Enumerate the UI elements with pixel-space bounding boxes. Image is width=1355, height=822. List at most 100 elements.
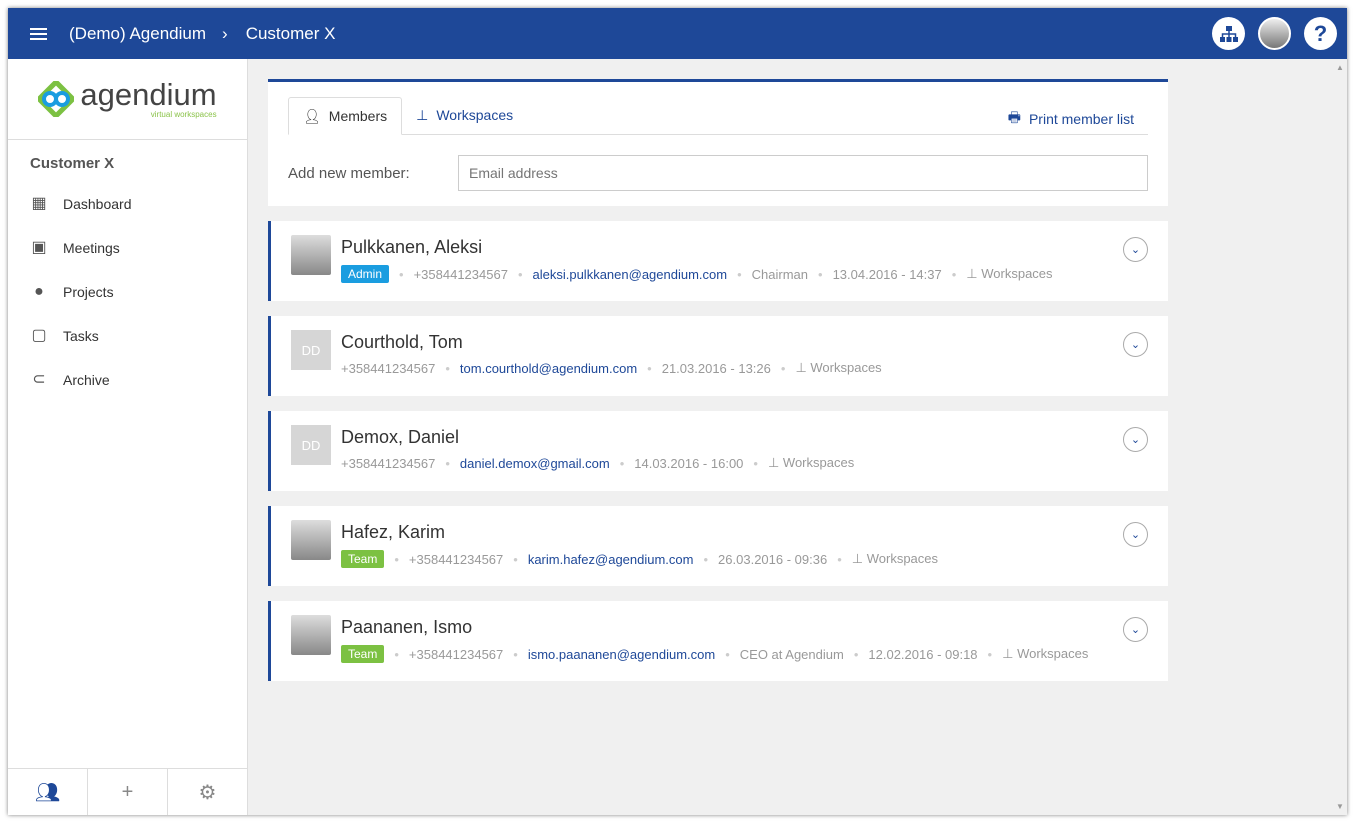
member-phone: +358441234567 [341, 455, 436, 471]
separator-dot: • [513, 551, 518, 567]
sidebar-item-tasks[interactable]: ▢ Tasks [8, 314, 247, 358]
member-name: Paananen, Ismo [341, 617, 473, 637]
role-badge: Team [341, 550, 385, 568]
sitemap-icon: ⊥ [1002, 646, 1014, 661]
member-workspaces-link[interactable]: ⊥ Workspaces [795, 360, 881, 376]
sitemap-icon [1219, 25, 1238, 42]
separator-dot: • [753, 455, 758, 471]
sitemap-icon: ⊥ [795, 360, 807, 375]
separator-dot: • [987, 646, 993, 662]
member-avatar-initials: DD [291, 425, 331, 465]
member-name: Courthold, Tom [341, 332, 463, 352]
member-avatar-photo [291, 520, 331, 560]
dashboard-icon: ▦ [31, 195, 47, 212]
member-name: Hafez, Karim [341, 522, 446, 542]
top-bar: (Demo) Agendium › Customer X ? [8, 8, 1347, 59]
sidebar-item-dashboard[interactable]: ▦ Dashboard [8, 182, 247, 226]
member-card: Paananen, Ismo Team • +358441234567 • ismo.pa… [268, 601, 1168, 681]
separator-dot: • [394, 646, 399, 662]
separator-dot: • [394, 551, 399, 567]
expand-chevron-down-icon[interactable]: ⌄ [1123, 237, 1148, 262]
sidebar-item-label: Meetings [63, 240, 120, 256]
tab-members[interactable]: 👤︎ Members [288, 97, 403, 135]
separator-dot: • [517, 266, 523, 282]
app-window: (Demo) Agendium › Customer X ? agendium v… [8, 8, 1347, 815]
scrollbar[interactable]: ▲ ▼ [1333, 59, 1347, 815]
workspaces-label: Workspaces [1017, 646, 1089, 661]
members-people-icon[interactable]: 👥︎ [8, 769, 88, 815]
sidebar-item-archive[interactable]: ⊂ Archive [8, 358, 247, 402]
member-avatar-photo [291, 615, 331, 655]
expand-chevron-down-icon[interactable]: ⌄ [1123, 617, 1148, 642]
breadcrumb-org[interactable]: (Demo) Agendium [69, 24, 206, 44]
main-content: 👤︎ Members ⊥ Workspaces 🖶︎ Print member lis… [268, 79, 1168, 681]
org-chart-button[interactable] [1212, 17, 1245, 50]
member-date: 14.03.2016 - 16:00 [634, 455, 744, 471]
member-date: 26.03.2016 - 09:36 [718, 551, 828, 567]
workspaces-label: Workspaces [981, 266, 1053, 281]
member-workspaces-link[interactable]: ⊥ Workspaces [1002, 646, 1088, 662]
sidebar-item-label: Projects [63, 284, 114, 300]
member-workspaces-link[interactable]: ⊥ Workspaces [966, 266, 1052, 282]
sitemap-icon: ⊥ [416, 106, 429, 123]
sidebar-item-meetings[interactable]: ▣ Meetings [8, 226, 247, 270]
add-member-label: Add new member: [288, 164, 410, 182]
member-avatar-initials: DD [291, 330, 331, 370]
member-date: 21.03.2016 - 13:26 [661, 360, 771, 376]
separator-dot: • [853, 646, 859, 662]
member-email[interactable]: tom.courthold@agendium.com [460, 361, 637, 376]
member-email[interactable]: daniel.demox@gmail.com [460, 456, 610, 471]
separator-dot: • [513, 646, 518, 662]
member-phone: +358441234567 [341, 360, 436, 376]
hamburger-menu-icon[interactable] [30, 27, 47, 40]
chevron-right-icon: › [222, 23, 228, 43]
calendar-icon: ▣ [31, 239, 47, 256]
separator-dot: • [399, 266, 404, 282]
member-workspaces-link[interactable]: ⊥ Workspaces [852, 551, 938, 567]
breadcrumb-customer[interactable]: Customer X [246, 24, 336, 44]
sidebar: agendium virtual workspaces Customer X ▦ D… [8, 59, 248, 815]
member-email[interactable]: aleksi.pulkkanen@agendium.com [533, 267, 728, 282]
member-card: DD Courthold, Tom +358441234567 • tom.courth… [268, 316, 1168, 396]
member-name: Pulkkanen, Aleksi [341, 237, 483, 257]
member-title: Chairman [751, 266, 809, 282]
separator-dot: • [647, 360, 652, 376]
tab-label: Members [328, 108, 388, 124]
member-avatar-photo [291, 235, 331, 275]
expand-chevron-down-icon[interactable]: ⌄ [1123, 427, 1148, 452]
member-email[interactable]: ismo.paananen@agendium.com [528, 647, 715, 662]
settings-gear-icon[interactable]: ⚙ [168, 769, 247, 815]
separator-dot: • [951, 266, 957, 282]
sidebar-item-label: Tasks [63, 328, 99, 344]
user-avatar-button[interactable] [1258, 17, 1291, 50]
member-email[interactable]: karim.hafez@agendium.com [528, 552, 694, 567]
agendium-logo[interactable]: agendium virtual workspaces [8, 59, 247, 140]
tab-workspaces[interactable]: ⊥ Workspaces [402, 96, 527, 134]
member-workspaces-link[interactable]: ⊥ Workspaces [768, 455, 854, 471]
sidebar-section-title: Customer X [30, 155, 115, 172]
print-member-list-button[interactable]: 🖶︎ Print member list [1008, 107, 1134, 131]
add-plus-icon[interactable]: + [88, 769, 168, 815]
separator-dot: • [703, 551, 709, 567]
sitemap-icon: ⊥ [767, 455, 780, 470]
member-title: CEO at Agendium [739, 646, 844, 662]
member-card: Pulkkanen, Aleksi Admin • +358441234567 • ale… [268, 221, 1168, 301]
expand-chevron-down-icon[interactable]: ⌄ [1123, 332, 1148, 357]
sidebar-item-label: Archive [63, 372, 110, 388]
role-badge: Admin [341, 265, 390, 283]
sitemap-icon: ⊥ [851, 551, 864, 566]
member-phone: +358441234567 [408, 646, 504, 662]
separator-dot: • [837, 551, 842, 567]
sidebar-item-projects[interactable]: ● Projects [8, 270, 247, 314]
expand-chevron-down-icon[interactable]: ⌄ [1123, 522, 1148, 547]
separator-dot: • [619, 455, 625, 471]
help-button[interactable]: ? [1304, 17, 1337, 50]
member-card: DD Demox, Daniel +358441234567 • daniel.demo… [268, 411, 1168, 491]
role-badge: Team [341, 645, 385, 663]
paperclip-icon: ⊂ [32, 371, 46, 388]
member-date: 12.02.2016 - 09:18 [868, 646, 978, 662]
members-icon: 👤︎ [303, 107, 321, 124]
email-address-input[interactable] [458, 155, 1148, 191]
logo-mark-icon [38, 81, 75, 117]
compass-icon: ● [34, 283, 44, 300]
